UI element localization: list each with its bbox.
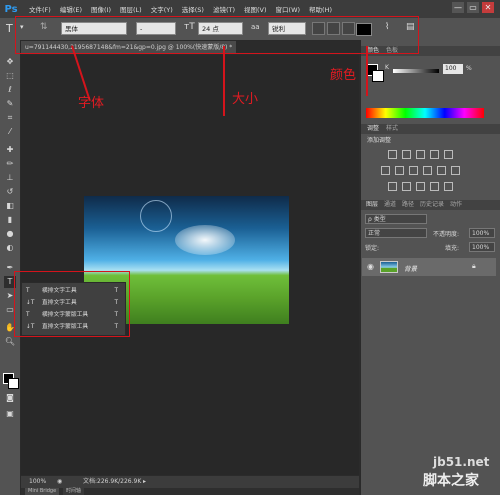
bottom-panel-tabs: Mini Bridge 时间轴 [21, 488, 359, 495]
document-size: 文档:226.9K/226.9K [83, 478, 142, 485]
photoshop-logo: Ps [4, 3, 18, 15]
blend-mode-select[interactable]: 正常 [365, 228, 427, 238]
tab-styles[interactable]: 样式 [383, 124, 401, 134]
fill-label: 填充: [445, 245, 460, 252]
tab-paths[interactable]: 路径 [399, 200, 417, 210]
status-arrow-icon[interactable]: ▸ [143, 476, 146, 488]
posterize-icon[interactable] [402, 182, 411, 191]
tab-timeline[interactable]: 时间轴 [63, 488, 85, 495]
close-button[interactable]: ✕ [482, 2, 494, 13]
size-annotation-line [223, 46, 225, 116]
clone-stamp-tool-icon[interactable]: ⊥ [4, 172, 16, 184]
menu-image[interactable]: 图像(I) [91, 4, 111, 14]
brightness-contrast-icon[interactable] [388, 150, 397, 159]
gradient-tool-icon[interactable]: ▮ [4, 214, 16, 226]
minimize-button[interactable]: — [452, 2, 464, 13]
opacity-value: 100% [472, 230, 490, 237]
status-menu-icon[interactable]: ◉ [57, 476, 62, 488]
watermark-url: jb51.net [433, 455, 490, 469]
watermark-brand: 脚本之家 [423, 473, 479, 489]
menu-window[interactable]: 窗口(W) [276, 4, 301, 14]
tab-history[interactable]: 历史记录 [417, 200, 447, 210]
quick-select-tool-icon[interactable]: ✎ [4, 98, 16, 110]
menu-file[interactable]: 文件(F) [29, 4, 51, 14]
font-annotation-label: 字体 [78, 96, 105, 111]
menu-type[interactable]: 文字(Y) [151, 4, 173, 14]
fill-value: 100% [472, 244, 490, 251]
vibrance-icon[interactable] [444, 150, 453, 159]
color-balance-icon[interactable] [395, 166, 404, 175]
photo-filter-icon[interactable] [423, 166, 432, 175]
levels-icon[interactable] [402, 150, 411, 159]
eraser-tool-icon[interactable]: ◧ [4, 200, 16, 212]
marquee-tool-icon[interactable]: ⬚ [4, 70, 16, 82]
gradient-map-icon[interactable] [430, 182, 439, 191]
k-channel-value: 100 [445, 65, 457, 72]
maximize-button[interactable]: ▭ [467, 2, 479, 13]
lock-label: 锁定: [365, 245, 380, 252]
eyedropper-tool-icon[interactable]: ⁄ [4, 126, 16, 138]
color-spectrum-bar[interactable] [366, 108, 484, 118]
opacity-input[interactable]: 100% [469, 228, 495, 238]
curves-icon[interactable] [416, 150, 425, 159]
opacity-label: 不透明度: [433, 231, 460, 238]
blend-mode-value: 正常 [368, 230, 381, 237]
adjustments-title: 添加调整 [367, 137, 392, 144]
status-bar: 100% ◉ 文档:226.9K/226.9K ▸ [21, 476, 359, 488]
menu-layer[interactable]: 图层(L) [120, 4, 142, 14]
k-channel-input[interactable]: 100 [443, 64, 463, 74]
size-annotation-label: 大小 [232, 92, 259, 107]
crop-tool-icon[interactable]: ⌗ [4, 112, 16, 124]
tools-panel: ✥ ⬚ ℓ ✎ ⌗ ⁄ ✚ ✏ ⊥ ↺ ◧ ▮ ● ◐ ✒ T ➤ ▭ ✋ 🔍︎… [0, 40, 21, 495]
threshold-icon[interactable] [416, 182, 425, 191]
tool-flyout-highlight [14, 271, 130, 337]
lock-icon: 🔒︎ [472, 262, 476, 270]
layer-filter-select[interactable]: ρ 类型 [365, 214, 427, 224]
zoom-tool-icon[interactable]: 🔍︎ [4, 336, 16, 348]
k-channel-label: K [385, 64, 389, 71]
exposure-icon[interactable] [430, 150, 439, 159]
invert-icon[interactable] [388, 182, 397, 191]
zoom-level[interactable]: 100% [29, 476, 46, 488]
color-annotation-line [366, 46, 368, 96]
k-channel-unit: % [466, 65, 472, 72]
tab-layers[interactable]: 图层 [363, 200, 381, 210]
k-channel-slider[interactable] [393, 69, 439, 73]
lasso-tool-icon[interactable]: ℓ [4, 84, 16, 96]
dodge-tool-icon[interactable]: ◐ [4, 242, 16, 254]
healing-brush-tool-icon[interactable]: ✚ [4, 144, 16, 156]
layer-name[interactable]: 背景 [404, 263, 417, 273]
history-brush-tool-icon[interactable]: ↺ [4, 186, 16, 198]
tab-mini-bridge[interactable]: Mini Bridge [25, 488, 60, 495]
quick-mask-icon[interactable]: ◙ [4, 392, 16, 404]
channel-mixer-icon[interactable] [437, 166, 446, 175]
image-sun-glow [175, 225, 235, 255]
fill-input[interactable]: 100% [469, 242, 495, 252]
selective-color-icon[interactable] [444, 182, 453, 191]
layer-thumbnail [380, 261, 398, 273]
screen-mode-icon[interactable]: ▣ [4, 408, 16, 420]
black-white-icon[interactable] [409, 166, 418, 175]
menu-filter[interactable]: 滤镜(T) [213, 4, 235, 14]
menu-edit[interactable]: 编辑(E) [60, 4, 82, 14]
blur-tool-icon[interactable]: ● [4, 228, 16, 240]
color-lookup-icon[interactable] [451, 166, 460, 175]
options-bar-highlight [15, 16, 419, 54]
type-tool-icon[interactable]: T [6, 22, 13, 35]
brush-tool-icon[interactable]: ✏ [4, 158, 16, 170]
menu-help[interactable]: 帮助(H) [309, 4, 332, 14]
background-color-swatch[interactable] [8, 378, 19, 389]
eye-icon[interactable]: ◉ [367, 262, 374, 271]
image-planet-detail [140, 200, 172, 232]
tab-adjustments[interactable]: 调整 [364, 124, 382, 134]
tab-channels[interactable]: 通道 [381, 200, 399, 210]
menu-select[interactable]: 选择(S) [182, 4, 204, 14]
menu-view[interactable]: 视图(V) [244, 4, 267, 14]
hue-saturation-icon[interactable] [381, 166, 390, 175]
color-annotation-label: 颜色 [330, 68, 357, 83]
layer-filter-value: ρ 类型 [368, 216, 386, 223]
move-tool-icon[interactable]: ✥ [4, 56, 16, 68]
tab-actions[interactable]: 动作 [447, 200, 465, 210]
color-background-swatch[interactable] [372, 70, 384, 82]
